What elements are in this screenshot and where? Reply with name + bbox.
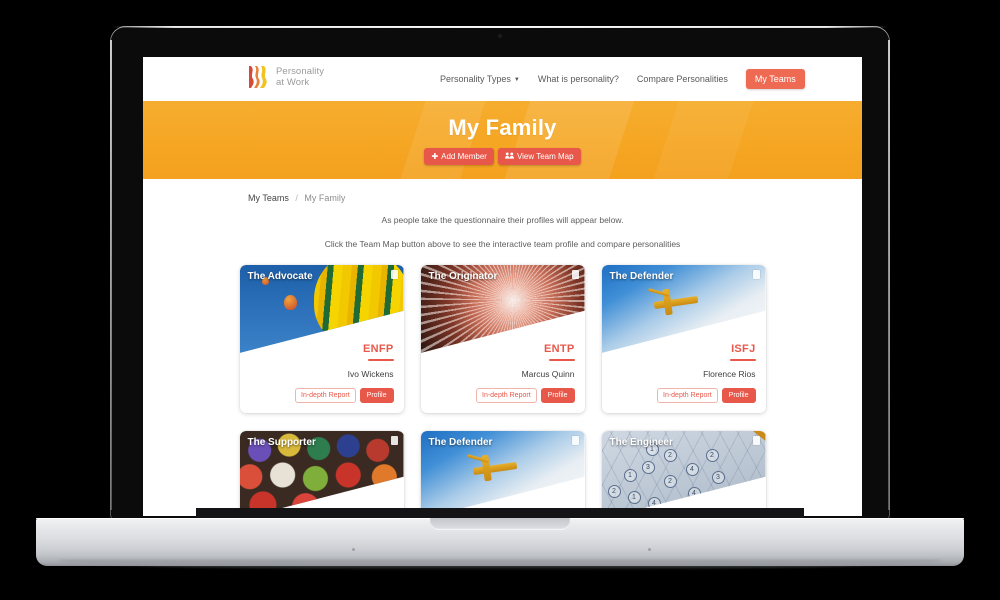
- profile-button[interactable]: Profile: [359, 388, 394, 403]
- member-name: Florence Rios: [703, 369, 756, 379]
- card-photo: The Defender: [420, 431, 585, 516]
- users-group-icon: [504, 152, 514, 161]
- in-depth-report-button[interactable]: In-depth Report: [476, 388, 537, 403]
- card-type-title: The Advocate: [247, 271, 313, 282]
- nav-my-teams-button[interactable]: My Teams: [745, 69, 805, 89]
- card-type-title: The Supporter: [247, 437, 316, 448]
- puzzle-number: 4: [687, 487, 701, 500]
- lid-right-edge: [888, 40, 890, 510]
- card-type-title: The Originator: [428, 271, 498, 282]
- brand-line-2: at Work: [276, 77, 310, 88]
- document-icon[interactable]: [571, 270, 579, 279]
- page-content: My Teams / My Family As people take the …: [143, 193, 862, 516]
- webpage: Personality at Work Personality Types ▼ W…: [143, 57, 862, 516]
- document-icon[interactable]: [571, 436, 579, 445]
- lid-left-edge: [110, 40, 112, 510]
- puzzle-number: 2: [663, 475, 677, 488]
- breadcrumb-separator: /: [295, 193, 298, 203]
- card-actions: In-depth Report Profile: [431, 388, 575, 403]
- document-icon[interactable]: [752, 436, 760, 445]
- puzzle-number: 2: [607, 485, 621, 498]
- intro-text-line-2: Click the Team Map button above to see t…: [324, 239, 681, 249]
- base-screw-dot: [352, 548, 355, 551]
- profile-button[interactable]: Profile: [721, 388, 756, 403]
- card-body: ENTP Marcus Quinn In-depth Report Profil…: [421, 343, 585, 413]
- breadcrumb: My Teams / My Family: [248, 193, 862, 203]
- nav-label: Personality Types: [440, 74, 511, 84]
- nav-links: Personality Types ▼ What is personality? …: [440, 57, 805, 101]
- base-screw-dot: [648, 548, 651, 551]
- card-body: ENFP Ivo Wickens In-depth Report Profile: [240, 343, 404, 413]
- logo-mark-icon: [249, 65, 269, 89]
- member-name: Ivo Wickens: [347, 369, 394, 379]
- puzzle-number: 2: [663, 449, 677, 462]
- card-divider: [367, 359, 394, 361]
- card-photo: The Advocate: [239, 265, 404, 353]
- logo-waves-icon: [249, 66, 267, 88]
- site-navbar: Personality at Work Personality Types ▼ W…: [143, 57, 862, 101]
- card-type-title: The Engineer: [609, 437, 673, 448]
- add-member-button[interactable]: ✚ Add Member: [424, 148, 494, 165]
- laptop-base-shadow: [58, 560, 942, 570]
- brand-name: Personality at Work: [276, 66, 324, 88]
- document-icon[interactable]: [390, 436, 398, 445]
- add-member-label: Add Member: [441, 152, 487, 161]
- view-team-map-label: View Team Map: [516, 152, 574, 161]
- card-photo: The Defender: [601, 265, 766, 353]
- page-hero-banner: My Family ✚ Add Member View Team Map: [143, 101, 862, 179]
- card-type-title: The Defender: [609, 271, 674, 282]
- intro-text-line-1: As people take the questionnaire their p…: [381, 215, 624, 225]
- profile-card[interactable]: The Advocate ENFP Ivo Wickens In-depth R…: [239, 265, 404, 413]
- plus-icon: ✚: [431, 151, 439, 161]
- laptop-mockup: Personality at Work Personality Types ▼ W…: [0, 0, 1000, 600]
- puzzle-number: 1: [623, 469, 637, 482]
- brand-logo[interactable]: Personality at Work: [249, 65, 324, 89]
- puzzle-number: 2: [705, 449, 719, 462]
- lid-top-highlight: [112, 26, 888, 28]
- hero-action-buttons: ✚ Add Member View Team Map: [424, 148, 581, 165]
- profile-card-grid: The Advocate ENFP Ivo Wickens In-depth R…: [239, 265, 766, 516]
- profile-button[interactable]: Profile: [540, 388, 575, 403]
- document-icon[interactable]: [390, 270, 398, 279]
- chevron-down-icon: ▼: [513, 76, 520, 83]
- card-actions: In-depth Report Profile: [612, 388, 756, 403]
- card-actions: In-depth Report Profile: [250, 388, 394, 403]
- in-depth-report-button[interactable]: In-depth Report: [657, 388, 718, 403]
- card-divider: [729, 359, 756, 361]
- card-photo: The Originator: [420, 265, 585, 353]
- laptop-lid-notch: [430, 518, 570, 530]
- in-depth-report-button[interactable]: In-depth Report: [295, 388, 356, 403]
- card-divider: [548, 359, 575, 361]
- laptop-screen: Personality at Work Personality Types ▼ W…: [143, 57, 862, 516]
- puzzle-number: 3: [711, 471, 725, 484]
- profile-card[interactable]: 2 1 4 1 3 2 4 2 1 2 4 3 The Engineer: [601, 431, 766, 516]
- profile-card[interactable]: The Defender In-depth Report Profile: [420, 431, 585, 516]
- member-name: Marcus Quinn: [521, 369, 575, 379]
- puzzle-number: 3: [641, 461, 655, 474]
- puzzle-number: 4: [685, 463, 699, 476]
- breadcrumb-parent[interactable]: My Teams: [248, 193, 289, 203]
- breadcrumb-current: My Family: [304, 193, 346, 203]
- card-body: ISFJ Florence Rios In-depth Report Profi…: [602, 343, 766, 413]
- webcam-icon: [498, 34, 502, 38]
- document-icon[interactable]: [752, 270, 760, 279]
- profile-card[interactable]: The Defender ISFJ Florence Rios In-depth…: [601, 265, 766, 413]
- nav-item-personality-types[interactable]: Personality Types ▼: [440, 74, 520, 84]
- nav-item-compare-personalities[interactable]: Compare Personalities: [637, 74, 728, 84]
- nav-item-what-is-personality[interactable]: What is personality?: [538, 74, 619, 84]
- brand-line-1: Personality: [276, 66, 325, 77]
- profile-card[interactable]: The Originator ENTP Marcus Quinn In-dept…: [420, 265, 585, 413]
- page-title: My Family: [448, 115, 557, 140]
- card-type-title: The Defender: [428, 437, 493, 448]
- profile-card[interactable]: The Supporter In-depth Report Profile: [239, 431, 404, 516]
- puzzle-number: 1: [627, 491, 641, 504]
- card-photo: 2 1 4 1 3 2 4 2 1 2 4 3 The Engineer: [601, 431, 766, 516]
- view-team-map-button[interactable]: View Team Map: [497, 148, 581, 165]
- card-photo: The Supporter: [239, 431, 404, 516]
